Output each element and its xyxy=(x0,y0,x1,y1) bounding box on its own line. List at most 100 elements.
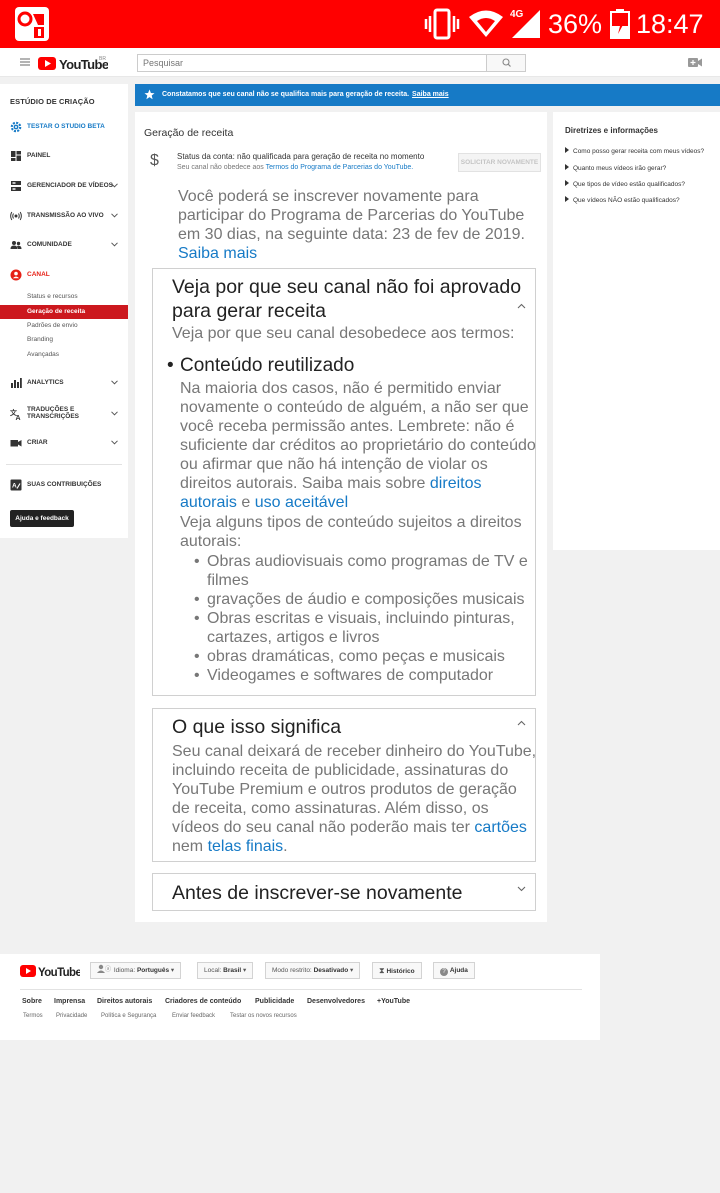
footer-link-criadores[interactable]: Criadores de conteúdo xyxy=(165,998,241,1005)
partner-program-terms-link[interactable]: Termos do Programa de Parcerias do YouTu… xyxy=(266,164,414,171)
sidebar-item-canal[interactable]: CANAL xyxy=(0,267,128,283)
list-item: Obras escritas e visuais, incluindo pint… xyxy=(194,609,533,647)
sidebar-item-label: ANALYTICS xyxy=(27,379,64,386)
conjunction: e xyxy=(241,494,251,511)
chevron-up-icon[interactable] xyxy=(517,303,526,309)
logo-text: YouTube xyxy=(38,967,80,979)
sidebar-item-label: TRANSCRIÇÕES xyxy=(27,413,80,420)
section-title: Veja por que seu canal não foi aprovado xyxy=(172,276,522,298)
hamburger-menu-icon[interactable] xyxy=(19,56,31,68)
footer-link-imprensa[interactable]: Imprensa xyxy=(54,998,85,1005)
sidebar-item-label: COMUNIDADE xyxy=(27,241,72,248)
chevron-down-icon xyxy=(111,183,118,188)
guidelines-title: Diretrizes e informações xyxy=(565,126,658,135)
conjunction: nem xyxy=(172,838,204,855)
location-selector[interactable]: Local: Brasil ▾ xyxy=(197,962,254,979)
guideline-link[interactable]: Quanto meus vídeos irão gerar? xyxy=(565,164,720,172)
help-feedback-button[interactable]: Ajuda e feedback xyxy=(10,510,74,527)
translate-icon: 文 A xyxy=(10,408,21,420)
reapply-info-text: Você poderá se inscrever novamente para … xyxy=(178,188,525,243)
sidebar-item-traducoes[interactable]: 文 A TRADUÇÕES E TRANSCRIÇÕES xyxy=(0,404,128,424)
sidebar-item-transmissao[interactable]: TRANSMISSÃO AO VIVO xyxy=(0,208,128,224)
end-screens-link[interactable]: telas finais xyxy=(208,838,284,855)
sidebar-item-criar[interactable]: CRIAR xyxy=(0,435,128,451)
chevron-down-icon[interactable] xyxy=(517,886,526,892)
footer-link-plus-youtube[interactable]: +YouTube xyxy=(377,998,410,1005)
language-label: Idioma: xyxy=(113,967,136,974)
sidebar-subitem-geracao[interactable]: Geração de receita xyxy=(0,305,128,319)
sidebar-subitem-padroes[interactable]: Padrões de envio xyxy=(0,319,128,333)
clock: 18:47 xyxy=(636,9,704,39)
sidebar-subitem-status[interactable]: Status e recursos xyxy=(0,290,128,304)
language-icon: ⓐ xyxy=(97,964,111,973)
guideline-link[interactable]: Como posso gerar receita com meus vídeos… xyxy=(565,147,720,155)
svg-text:A: A xyxy=(12,483,17,490)
footer-link-sobre[interactable]: Sobre xyxy=(22,998,42,1005)
upload-video-icon[interactable] xyxy=(688,57,702,68)
sidebar-item-comunidade[interactable]: COMUNIDADE xyxy=(0,237,128,253)
help-button[interactable]: ? Ajuda xyxy=(433,962,475,979)
guideline-link[interactable]: Que vídeos NÃO estão qualificados? xyxy=(565,196,720,204)
footer-link-feedback[interactable]: Enviar feedback xyxy=(172,1013,215,1019)
sidebar-subitem-avancadas[interactable]: Avançadas xyxy=(0,348,128,362)
search-button[interactable] xyxy=(486,54,526,72)
monetization-panel: Geração de receita $ Status da conta: nã… xyxy=(135,112,547,922)
sidebar-item-label: CRIAR xyxy=(27,439,48,446)
page-footer: YouTube ⓐ Idioma: Português ▾ Local: Bra… xyxy=(0,954,600,1040)
gear-icon xyxy=(10,121,22,133)
footer-link-testar[interactable]: Testar os novos recursos xyxy=(230,1013,297,1019)
create-video-icon xyxy=(10,440,22,447)
search-input[interactable] xyxy=(137,54,487,72)
sidebar-item-contribuicoes[interactable]: A SUAS CONTRIBUIÇÕES xyxy=(0,477,128,493)
banner-learn-more-link[interactable]: Saiba mais xyxy=(412,91,449,98)
footer-link-desenvolvedores[interactable]: Desenvolvedores xyxy=(307,998,365,1005)
svg-text:A: A xyxy=(16,415,21,420)
sidebar-item-label: TRANSMISSÃO AO VIVO xyxy=(27,212,104,219)
footer-link-privacidade[interactable]: Privacidade xyxy=(56,1013,87,1019)
sidebar-item-painel[interactable]: PAINEL xyxy=(0,148,128,164)
restricted-mode-selector[interactable]: Modo restrito: Desativado ▾ xyxy=(265,962,361,979)
live-broadcast-icon xyxy=(10,211,22,221)
fair-use-link[interactable]: uso aceitável xyxy=(255,494,348,511)
before-reapply-section[interactable]: Antes de inscrever-se novamente xyxy=(152,873,536,911)
footer-link-publicidade[interactable]: Publicidade xyxy=(255,998,294,1005)
account-status: Status da conta: não qualificada para ge… xyxy=(177,152,425,161)
chevron-up-icon[interactable] xyxy=(517,720,526,726)
chevron-down-icon xyxy=(111,242,118,247)
dashboard-icon xyxy=(11,151,21,161)
cards-link[interactable]: cartões xyxy=(474,819,526,836)
youtube-logo[interactable]: YouTube BR xyxy=(38,55,109,72)
sidebar-item-label: PAINEL xyxy=(27,152,51,159)
guideline-text: Que vídeos NÃO estão qualificados? xyxy=(573,197,680,204)
sidebar-divider xyxy=(6,464,122,465)
network-type: 4G xyxy=(510,9,524,20)
sidebar-item-analytics[interactable]: ANALYTICS xyxy=(0,375,128,391)
history-button[interactable]: ⧗ Histórico xyxy=(372,962,422,979)
search-icon xyxy=(502,58,511,67)
footer-link-politica[interactable]: Política e Segurança xyxy=(101,1013,156,1019)
violation-explanation: Na maioria dos casos, não é permitido en… xyxy=(180,379,538,512)
footer-link-direitos[interactable]: Direitos autorais xyxy=(97,998,152,1005)
sidebar-item-gerenciador[interactable]: GERENCIADOR DE VÍDEOS xyxy=(0,178,128,194)
page-title: Geração de receita xyxy=(144,127,234,139)
restricted-value: Desativado xyxy=(313,967,349,974)
vibrate-icon xyxy=(424,8,460,40)
reapply-learn-more-link[interactable]: Saiba mais xyxy=(178,245,257,262)
notice-banner: Constatamos que seu canal não se qualifi… xyxy=(135,84,720,106)
sidebar-item-studio-beta[interactable]: TESTAR O STUDIO BETA xyxy=(0,119,128,135)
star-icon xyxy=(144,89,155,100)
sidebar-subitem-branding[interactable]: Branding xyxy=(0,333,128,347)
language-selector[interactable]: ⓐ Idioma: Português ▾ xyxy=(90,962,182,979)
guidelines-panel: Diretrizes e informações Como posso gera… xyxy=(553,112,720,550)
sidebar-item-label: CANAL xyxy=(27,271,50,278)
chevron-down-icon xyxy=(111,380,118,385)
guideline-link[interactable]: Que tipos de vídeo estão qualificados? xyxy=(565,180,720,188)
chevron-down-icon xyxy=(111,440,118,445)
chevron-down-icon xyxy=(111,411,118,416)
footer-youtube-logo[interactable]: YouTube xyxy=(20,964,82,979)
reapply-button[interactable]: SOLICITAR NOVAMENTE xyxy=(458,153,541,172)
footer-link-termos[interactable]: Termos xyxy=(23,1013,43,1019)
battery-charging-icon xyxy=(610,9,630,39)
help-icon: ? xyxy=(440,968,448,976)
video-manager-icon xyxy=(11,181,21,191)
